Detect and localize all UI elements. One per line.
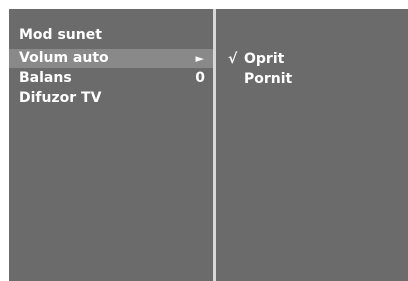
submenu-option-oprit[interactable]: √ Oprit (228, 50, 348, 68)
menu-item-label: Volum auto (19, 50, 109, 66)
menu-item-volum-auto[interactable]: Volum auto ► (9, 49, 213, 68)
sound-menu-panel: Mod sunet Volum auto ► Balans 0 Difuzor … (9, 9, 213, 281)
submenu-arrow-icon: ► (195, 52, 204, 65)
option-label: Pornit (244, 71, 293, 87)
menu-item-mod-sunet[interactable]: Mod sunet (9, 26, 213, 45)
tv-osd-menu: Mod sunet Volum auto ► Balans 0 Difuzor … (9, 9, 408, 281)
menu-item-label: Difuzor TV (19, 90, 102, 106)
balance-value: 0 (195, 70, 205, 86)
menu-item-balans[interactable]: Balans 0 (9, 69, 213, 88)
submenu-panel: √ Oprit Pornit (216, 9, 408, 281)
menu-item-difuzor-tv[interactable]: Difuzor TV (9, 89, 213, 108)
checkmark-icon: √ (228, 51, 238, 67)
submenu-option-pornit[interactable]: Pornit (228, 70, 348, 88)
option-label: Oprit (244, 51, 285, 67)
menu-item-label: Balans (19, 70, 72, 86)
menu-item-label: Mod sunet (19, 27, 102, 43)
